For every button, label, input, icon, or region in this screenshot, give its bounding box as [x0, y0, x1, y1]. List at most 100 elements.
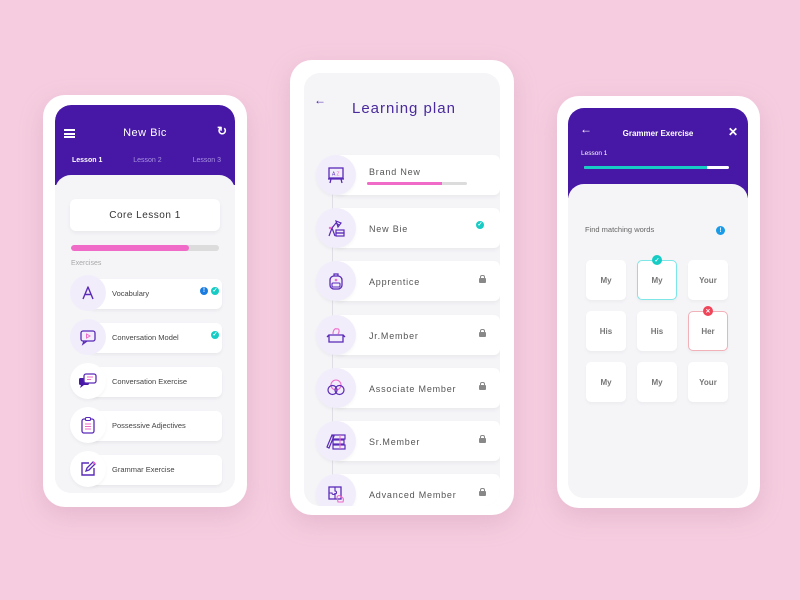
exercise-item-grammar-exercise[interactable]: Grammar Exercise — [70, 451, 225, 493]
exercise-title: Grammer Exercise — [622, 129, 694, 138]
level-label: Associate Member — [369, 383, 457, 394]
exercise-phone: ← Grammer Exercise ✕ Lesson 1 Find match… — [557, 96, 760, 508]
exercise-icon-circle — [70, 407, 106, 443]
desk-lamp-books-icon — [328, 220, 345, 237]
video-chat-icon — [80, 330, 96, 346]
level-list: AZ Brand New New Bie ✓ Apprentice Jr.Mem… — [314, 155, 500, 506]
exercise-label: Vocabulary — [112, 289, 150, 298]
word-tile-wrong[interactable]: Her ✕ — [688, 306, 728, 351]
backpack-icon — [329, 273, 343, 291]
level-icon-circle — [316, 420, 356, 461]
level-progress-fill — [367, 182, 442, 185]
error-x-icon: ✕ — [703, 306, 713, 316]
lesson-phone: New Bic ↻ Lesson 1 Lesson 2 Lesson 3 Cor… — [43, 95, 247, 507]
check-icon: ✓ — [652, 255, 662, 265]
exercise-item-possessive-adjectives[interactable]: Possessive Adjectives — [70, 407, 225, 451]
level-icon-circle: AZ — [316, 155, 356, 195]
level-item-advanced-member[interactable]: Advanced Member — [314, 474, 500, 506]
back-arrow-icon[interactable]: ← — [314, 93, 326, 107]
exercise-screen: ← Grammer Exercise ✕ Lesson 1 Find match… — [568, 108, 748, 498]
lock-icon — [479, 275, 486, 284]
plan-title: Learning plan — [352, 100, 456, 117]
level-item-sr-member[interactable]: Sr.Member — [314, 420, 500, 474]
exercise-label: Possessive Adjectives — [112, 421, 186, 430]
books-stack-icon — [326, 434, 346, 450]
level-progress-bar — [367, 182, 467, 185]
exercise-label: Conversation Model — [112, 333, 179, 342]
exercise-icon-circle — [70, 319, 106, 355]
edit-icon — [81, 461, 96, 476]
close-icon[interactable]: ✕ — [728, 125, 738, 139]
word-tile[interactable]: His — [586, 311, 626, 351]
level-icon-circle — [316, 208, 356, 249]
level-label: Sr.Member — [369, 436, 421, 447]
exercise-item-conversation-exercise[interactable]: Conversation Exercise — [70, 363, 225, 407]
word-text: Her — [701, 326, 715, 336]
plan-screen: ← Learning plan AZ Brand New New Bie ✓ A… — [304, 73, 500, 506]
lesson-screen: New Bic ↻ Lesson 1 Lesson 2 Lesson 3 Cor… — [55, 105, 235, 493]
exercise-label: Conversation Exercise — [112, 377, 188, 386]
exercise-label: Grammar Exercise — [112, 465, 175, 474]
tab-lesson-1[interactable]: Lesson 1 — [72, 157, 102, 164]
word-tile[interactable]: Your — [688, 362, 728, 402]
word-tile[interactable]: His — [637, 311, 677, 351]
lesson-progress-bar — [71, 245, 219, 251]
level-item-jr-member[interactable]: Jr.Member — [314, 314, 500, 368]
check-badge-icon: ✓ — [211, 287, 219, 295]
lock-icon — [479, 488, 486, 497]
clipboard-icon — [81, 416, 95, 434]
lock-icon — [479, 328, 486, 337]
level-label: Advanced Member — [369, 490, 457, 501]
word-tile[interactable]: My — [637, 362, 677, 402]
conversation-icon — [327, 379, 345, 395]
word-tile-correct[interactable]: My ✓ — [637, 255, 677, 300]
word-tile[interactable]: My — [586, 362, 626, 402]
exercise-list: Vocabulary ! ✓ Conversation Model ✓ Conv… — [70, 275, 225, 493]
tab-lesson-3[interactable]: Lesson 3 — [193, 157, 221, 164]
level-item-associate-member[interactable]: Associate Member — [314, 367, 500, 421]
whiteboard-icon: AZ — [328, 167, 344, 184]
level-card — [334, 208, 500, 249]
lesson-header: New Bic ↻ Lesson 1 Lesson 2 Lesson 3 — [55, 105, 235, 185]
exercise-progress-bar — [584, 166, 729, 169]
level-icon-circle — [316, 474, 356, 506]
info-icon[interactable]: ! — [716, 226, 725, 235]
lesson-label: Lesson 1 — [581, 150, 608, 157]
word-tile[interactable]: My — [586, 260, 626, 300]
level-label: Apprentice — [369, 277, 421, 288]
puzzle-box-icon — [326, 327, 346, 343]
exercise-progress-fill — [584, 166, 708, 169]
info-badge-icon: ! — [200, 287, 208, 295]
exercise-item-vocabulary[interactable]: Vocabulary ! ✓ — [70, 275, 225, 319]
puzzle-pieces-icon — [328, 486, 344, 503]
exercise-icon-circle — [70, 363, 106, 399]
svg-text:Z: Z — [337, 172, 340, 178]
exercise-icon-circle — [70, 451, 106, 487]
exercise-icon-circle — [70, 275, 106, 311]
refresh-icon[interactable]: ↻ — [217, 124, 227, 138]
level-label: Brand New — [369, 167, 421, 177]
svg-text:A: A — [332, 172, 336, 178]
chat-bubbles-icon — [79, 373, 97, 388]
tab-lesson-2[interactable]: Lesson 2 — [133, 157, 161, 164]
exercise-item-conversation-model[interactable]: Conversation Model ✓ — [70, 319, 225, 363]
check-badge-icon: ✓ — [211, 331, 219, 339]
level-item-brand-new[interactable]: AZ Brand New — [314, 155, 500, 208]
instruction-text: Find matching words — [585, 225, 655, 234]
level-label: New Bie — [369, 224, 409, 235]
level-item-new-bie[interactable]: New Bie ✓ — [314, 208, 500, 261]
level-item-apprentice[interactable]: Apprentice — [314, 261, 500, 314]
core-lesson-card[interactable]: Core Lesson 1 — [70, 199, 220, 231]
lesson-progress-fill — [71, 245, 190, 251]
level-icon-circle — [316, 367, 356, 408]
word-tile[interactable]: Your — [688, 260, 728, 300]
lesson-title: New Bic — [123, 127, 167, 139]
letter-a-icon — [82, 286, 94, 300]
lock-icon — [479, 434, 486, 443]
plan-phone: ← Learning plan AZ Brand New New Bie ✓ A… — [290, 60, 514, 515]
word-grid: My My ✓ Your His His Her ✕ My My Your — [586, 255, 731, 402]
level-label: Jr.Member — [369, 330, 419, 341]
lock-icon — [479, 381, 486, 390]
lesson-tabs: Lesson 1 Lesson 2 Lesson 3 — [55, 157, 235, 164]
word-text: My — [651, 275, 663, 285]
